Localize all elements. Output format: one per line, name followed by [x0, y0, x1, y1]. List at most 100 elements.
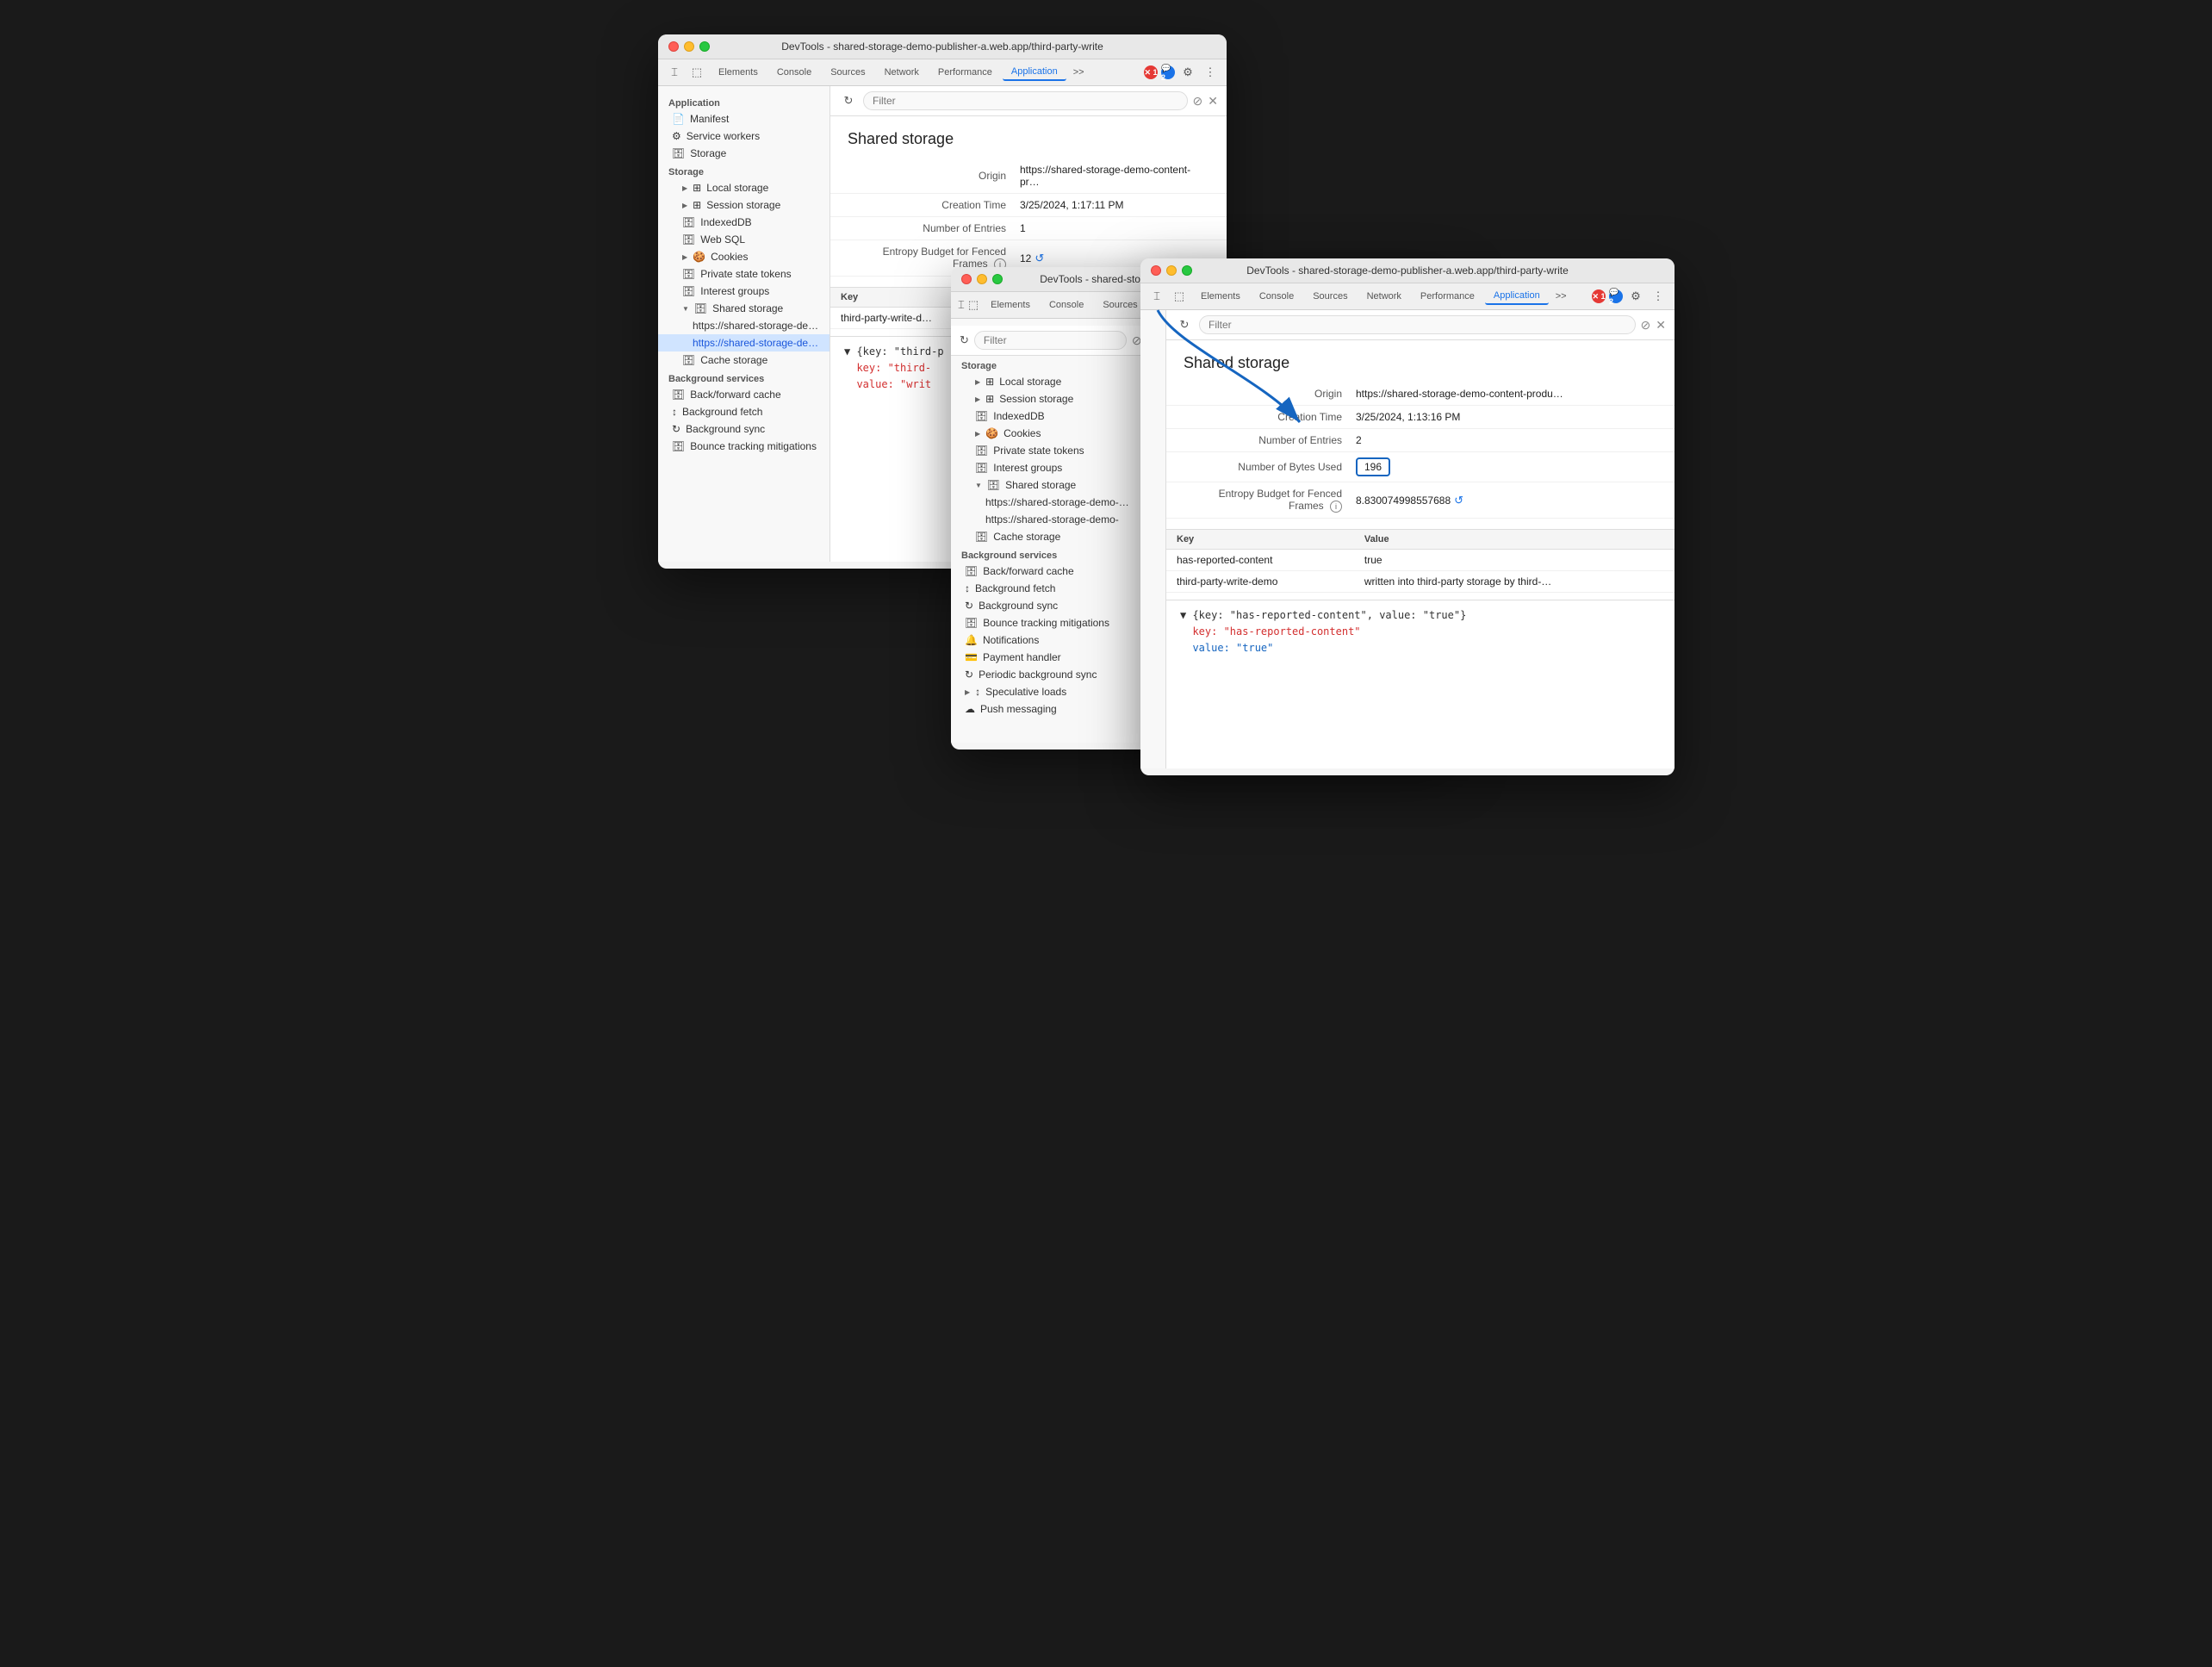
filter-input-back[interactable] — [863, 91, 1188, 110]
tab-performance-front[interactable]: Performance — [1412, 289, 1483, 304]
sidebar-cache-storage[interactable]: 🗄 Cache storage — [658, 351, 830, 369]
close-filter-front[interactable]: ✕ — [1656, 318, 1666, 333]
tab-application-front[interactable]: Application — [1485, 288, 1549, 305]
sidebar-manifest[interactable]: 📄 Manifest — [658, 110, 830, 128]
json-section-front: ▼ {key: "has-reported-content", value: "… — [1166, 600, 1675, 664]
filter-bar-front: ↻ ⊘ ✕ — [1166, 310, 1675, 340]
maximize-button-mid[interactable] — [992, 274, 1003, 284]
tab-elements-back[interactable]: Elements — [710, 65, 767, 80]
sidebar-speculative-mid[interactable]: ▶ ↕ Speculative loads — [951, 683, 1157, 700]
sidebar-push-mid[interactable]: ☁ Push messaging — [951, 700, 1157, 718]
sidebar-periodic-mid[interactable]: ↻ Periodic background sync — [951, 666, 1157, 683]
entries-row: Number of Entries 1 — [830, 217, 1227, 240]
tab-sources-front[interactable]: Sources — [1304, 289, 1356, 304]
sidebar-cookies-mid[interactable]: ▶ 🍪 Cookies — [951, 425, 1157, 442]
sidebar-notifications-mid[interactable]: 🔔 Notifications — [951, 631, 1157, 649]
bgsync-icon-mid: ↻ — [965, 600, 973, 612]
json-line-front-1: ▼ {key: "has-reported-content", value: "… — [1180, 607, 1661, 624]
tab-console-back[interactable]: Console — [768, 65, 820, 80]
settings-icon-back[interactable]: ⚙ — [1178, 63, 1197, 82]
refresh-icon-back[interactable]: ↻ — [839, 91, 858, 110]
refresh-icon-front[interactable]: ↻ — [1175, 315, 1194, 334]
traffic-lights-back[interactable] — [668, 41, 710, 52]
table-row-front-2[interactable]: third-party-write-demo written into thir… — [1166, 571, 1675, 593]
websql-icon: 🗄 — [682, 233, 695, 246]
close-button-mid[interactable] — [961, 274, 972, 284]
sidebar-private-state[interactable]: 🗄 Private state tokens — [658, 265, 830, 283]
device-icon-front[interactable]: ⬚ — [1170, 287, 1189, 306]
filter-input-front[interactable] — [1199, 315, 1636, 334]
tab-elements-mid[interactable]: Elements — [982, 297, 1039, 313]
device-icon-mid[interactable]: ⬚ — [968, 295, 979, 314]
cursor-icon[interactable]: ⌶ — [665, 63, 684, 82]
sidebar-private-state-mid[interactable]: 🗄 Private state tokens — [951, 442, 1157, 459]
sidebar-session-storage[interactable]: ▶ ⊞ Session storage — [658, 196, 830, 214]
sidebar-indexeddb[interactable]: 🗄 IndexedDB — [658, 214, 830, 231]
traffic-lights-mid[interactable] — [961, 274, 1003, 284]
sidebar-service-workers[interactable]: ⚙ Service workers — [658, 128, 830, 145]
cursor-icon-mid[interactable]: ⌶ — [958, 295, 965, 314]
private-state-icon-mid: 🗄 — [975, 445, 988, 457]
tab-network-front[interactable]: Network — [1358, 289, 1410, 304]
sidebar-bgfetch-mid[interactable]: ↕ Background fetch — [951, 580, 1157, 597]
sidebar-origin2-mid[interactable]: https://shared-storage-demo- — [951, 511, 1157, 528]
sidebar-cache-mid[interactable]: 🗄 Cache storage — [951, 528, 1157, 545]
window-title-back: DevTools - shared-storage-demo-publisher… — [781, 40, 1103, 53]
traffic-lights-front[interactable] — [1151, 265, 1192, 276]
sidebar-bg-fetch[interactable]: ↕ Background fetch — [658, 403, 830, 420]
sidebar-bounce-mid[interactable]: 🗄 Bounce tracking mitigations — [951, 614, 1157, 631]
sidebar-cookies[interactable]: ▶ 🍪 Cookies — [658, 248, 830, 265]
clear-filter-front[interactable]: ⊘ — [1641, 318, 1651, 333]
tab-console-front[interactable]: Console — [1251, 289, 1302, 304]
sidebar-bg-sync[interactable]: ↻ Background sync — [658, 420, 830, 438]
minimize-button-mid[interactable] — [977, 274, 987, 284]
minimize-button-front[interactable] — [1166, 265, 1177, 276]
minimize-button-back[interactable] — [684, 41, 694, 52]
close-button-front[interactable] — [1151, 265, 1161, 276]
sidebar-shared-storage-origin1[interactable]: https://shared-storage-demo- — [658, 317, 830, 334]
data-table-front: Key Value has-reported-content true thir… — [1166, 529, 1675, 593]
device-icon[interactable]: ⬚ — [687, 63, 706, 82]
tab-elements-front[interactable]: Elements — [1192, 289, 1249, 304]
table-row-front-1[interactable]: has-reported-content true — [1166, 550, 1675, 571]
sidebar-local-storage-mid[interactable]: ▶ ⊞ Local storage — [951, 373, 1157, 390]
maximize-button-front[interactable] — [1182, 265, 1192, 276]
sidebar-interest-mid[interactable]: 🗄 Interest groups — [951, 459, 1157, 476]
settings-icon-front[interactable]: ⚙ — [1626, 287, 1645, 306]
sidebar-websql[interactable]: 🗄 Web SQL — [658, 231, 830, 248]
sidebar-interest-groups[interactable]: 🗄 Interest groups — [658, 283, 830, 300]
close-filter-back[interactable]: ✕ — [1208, 94, 1218, 109]
sidebar-back-forward[interactable]: 🗄 Back/forward cache — [658, 386, 830, 403]
sidebar-backforward-mid[interactable]: 🗄 Back/forward cache — [951, 563, 1157, 580]
more-icon-front[interactable]: ⋮ — [1649, 287, 1668, 306]
maximize-button-back[interactable] — [699, 41, 710, 52]
sidebar-bgsync-mid[interactable]: ↻ Background sync — [951, 597, 1157, 614]
sidebar-indexeddb-mid[interactable]: 🗄 IndexedDB — [951, 407, 1157, 425]
tab-sources-mid[interactable]: Sources — [1094, 297, 1146, 313]
more-tabs-back[interactable]: >> — [1068, 65, 1090, 80]
sidebar-local-storage[interactable]: ▶ ⊞ Local storage — [658, 179, 830, 196]
cursor-icon-front[interactable]: ⌶ — [1147, 287, 1166, 306]
tab-sources-back[interactable]: Sources — [822, 65, 873, 80]
tab-console-mid[interactable]: Console — [1041, 297, 1092, 313]
sidebar-bounce-tracking[interactable]: 🗄 Bounce tracking mitigations — [658, 438, 830, 455]
tab-performance-back[interactable]: Performance — [929, 65, 1001, 80]
sidebar-shared-storage-origin2[interactable]: https://shared-storage-demo- — [658, 334, 830, 351]
more-tabs-front[interactable]: >> — [1550, 289, 1572, 304]
sidebar-origin1-mid[interactable]: https://shared-storage-demo-… — [951, 494, 1157, 511]
sidebar-storage-top[interactable]: 🗄 Storage — [658, 145, 830, 162]
entropy-refresh-front[interactable]: ↺ — [1454, 494, 1463, 507]
refresh-icon-mid[interactable]: ↻ — [960, 331, 969, 350]
tab-network-back[interactable]: Network — [876, 65, 928, 80]
sidebar-shared-storage-mid[interactable]: ▼ 🗄 Shared storage — [951, 476, 1157, 494]
more-icon-back[interactable]: ⋮ — [1201, 63, 1220, 82]
sidebar-session-mid[interactable]: ▶ ⊞ Session storage — [951, 390, 1157, 407]
entropy-refresh-icon[interactable]: ↺ — [1035, 252, 1044, 265]
sidebar-payment-mid[interactable]: 💳 Payment handler — [951, 649, 1157, 666]
close-button-back[interactable] — [668, 41, 679, 52]
filter-input-mid[interactable] — [974, 331, 1127, 350]
sidebar-shared-storage[interactable]: ▼ 🗄 Shared storage — [658, 300, 830, 317]
clear-filter-back[interactable]: ⊘ — [1193, 94, 1203, 109]
tab-application-back[interactable]: Application — [1003, 64, 1066, 81]
shared-icon-mid: 🗄 — [987, 479, 1000, 491]
